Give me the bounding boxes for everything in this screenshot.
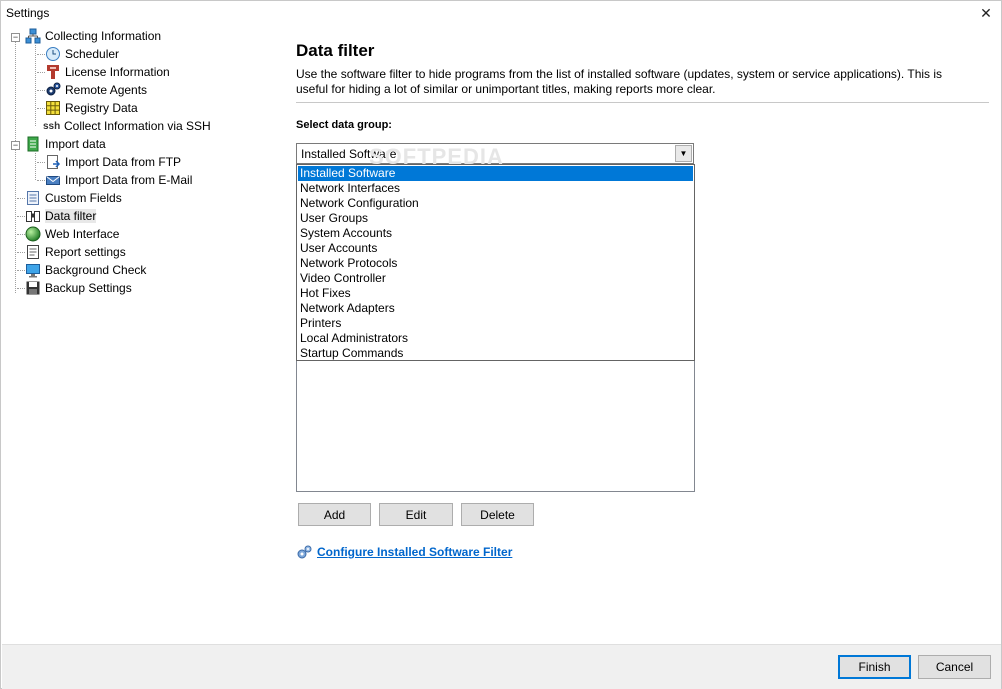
tree-item-import-email[interactable]: Import Data from E-Mail [45, 171, 192, 189]
tree-item-label: Collect Information via SSH [64, 119, 211, 133]
edit-button[interactable]: Edit [379, 503, 453, 526]
tree-line [17, 288, 25, 289]
tree-item-data-filter[interactable]: Data filter [25, 207, 97, 225]
tree-line [37, 162, 45, 163]
finish-button[interactable]: Finish [838, 655, 911, 679]
tree-item-label: Custom Fields [45, 191, 122, 205]
tree-line [35, 45, 36, 126]
configure-filter-row: Configure Installed Software Filter [296, 544, 512, 560]
dropdown-option[interactable]: System Accounts [298, 226, 693, 241]
data-group-dropdown: Installed Software Network Interfaces Netw… [296, 164, 695, 361]
tree-item-registry-data[interactable]: Registry Data [45, 99, 138, 117]
add-button[interactable]: Add [298, 503, 371, 526]
tree-item-collect-ssh[interactable]: ssh Collect Information via SSH [43, 117, 211, 135]
gears-icon [296, 544, 312, 560]
tree-item-label: Background Check [45, 263, 147, 277]
tree-item-license-information[interactable]: License Information [45, 63, 170, 81]
document-arrow-icon [45, 154, 61, 170]
tree-line [37, 180, 45, 181]
window-title: Settings [6, 6, 50, 20]
tree-item-import-ftp[interactable]: Import Data from FTP [45, 153, 181, 171]
tree-item-web-interface[interactable]: Web Interface [25, 225, 119, 243]
tree-item-label: Remote Agents [65, 83, 148, 97]
dropdown-option[interactable]: User Groups [298, 211, 693, 226]
dropdown-option[interactable]: User Accounts [298, 241, 693, 256]
page-title: Data filter [296, 41, 375, 60]
monitor-icon [25, 262, 41, 278]
dropdown-option[interactable]: Hot Fixes [298, 286, 693, 301]
tree-line [37, 90, 45, 91]
ssh-icon: ssh [43, 120, 61, 132]
clock-icon [45, 46, 61, 62]
divider [296, 102, 989, 103]
import-icon [25, 136, 41, 152]
tree-item-label: Import Data from E-Mail [65, 173, 193, 187]
tree-item-label: License Information [65, 65, 170, 79]
title-bar: Settings ✕ [1, 1, 1001, 25]
list-icon [25, 190, 41, 206]
tree-item-label: Scheduler [65, 47, 120, 61]
gears-icon [45, 82, 61, 98]
tree-line [37, 72, 45, 73]
floppy-disk-icon [25, 280, 41, 296]
dropdown-option[interactable]: Network Interfaces [298, 181, 693, 196]
dropdown-option[interactable]: Installed Software [298, 166, 693, 181]
dropdown-option[interactable]: Video Controller [298, 271, 693, 286]
email-arrow-icon [45, 172, 61, 188]
tree-line [15, 37, 16, 293]
tree-line [37, 108, 45, 109]
tree-item-label: Collecting Information [45, 29, 162, 43]
data-group-select[interactable]: Installed Software ▼ [296, 143, 694, 164]
tree-item-import-data[interactable]: Import data [25, 135, 106, 153]
tree-item-report-settings[interactable]: Report settings [25, 243, 126, 261]
dropdown-option[interactable]: Network Protocols [298, 256, 693, 271]
network-icon [25, 28, 41, 44]
tree-item-collecting-information[interactable]: Collecting Information [25, 27, 161, 45]
dropdown-option[interactable]: Local Administrators [298, 331, 693, 346]
report-icon [25, 244, 41, 260]
tree-line [17, 198, 25, 199]
dropdown-option[interactable]: Network Configuration [298, 196, 693, 211]
tree-item-label: Registry Data [65, 101, 138, 115]
chevron-down-icon[interactable]: ▼ [675, 145, 692, 162]
delete-button[interactable]: Delete [461, 503, 534, 526]
tree-line [17, 234, 25, 235]
tree-line [37, 54, 45, 55]
tree-item-remote-agents[interactable]: Remote Agents [45, 81, 147, 99]
settings-tree: − Collecting Information Scheduler Licen… [1, 27, 281, 647]
data-group-label: Select data group: [296, 119, 392, 131]
tree-item-label: Data filter [45, 209, 97, 223]
tree-item-label: Web Interface [45, 227, 120, 241]
tree-item-background-check[interactable]: Background Check [25, 261, 146, 279]
tree-item-backup-settings[interactable]: Backup Settings [25, 279, 132, 297]
collapse-icon[interactable]: − [11, 141, 20, 150]
dropdown-option[interactable]: Network Adapters [298, 301, 693, 316]
close-icon[interactable]: ✕ [971, 1, 1001, 25]
license-key-icon [45, 64, 61, 80]
cancel-button[interactable]: Cancel [918, 655, 991, 679]
dropdown-option[interactable]: Printers [298, 316, 693, 331]
tree-item-custom-fields[interactable]: Custom Fields [25, 189, 122, 207]
page-description: Use the software filter to hide programs… [296, 67, 943, 96]
tree-item-label: Report settings [45, 245, 126, 259]
tree-item-label: Import Data from FTP [65, 155, 182, 169]
settings-window: Settings ✕ − Collecting Information Sche… [0, 0, 1002, 689]
tree-item-scheduler[interactable]: Scheduler [45, 45, 119, 63]
tree-item-label: Import data [45, 137, 106, 151]
configure-filter-link[interactable]: Configure Installed Software Filter [317, 545, 512, 559]
collapse-icon[interactable]: − [11, 33, 20, 42]
filter-icon [25, 208, 41, 224]
tree-line [35, 153, 36, 180]
tree-item-label: Backup Settings [45, 281, 132, 295]
dropdown-option[interactable]: Startup Commands [298, 346, 693, 361]
globe-icon [25, 226, 41, 242]
data-group-select-value: Installed Software [301, 147, 397, 161]
tree-line [17, 270, 25, 271]
grid-icon [45, 100, 61, 116]
tree-line [17, 252, 25, 253]
tree-line [17, 216, 25, 217]
